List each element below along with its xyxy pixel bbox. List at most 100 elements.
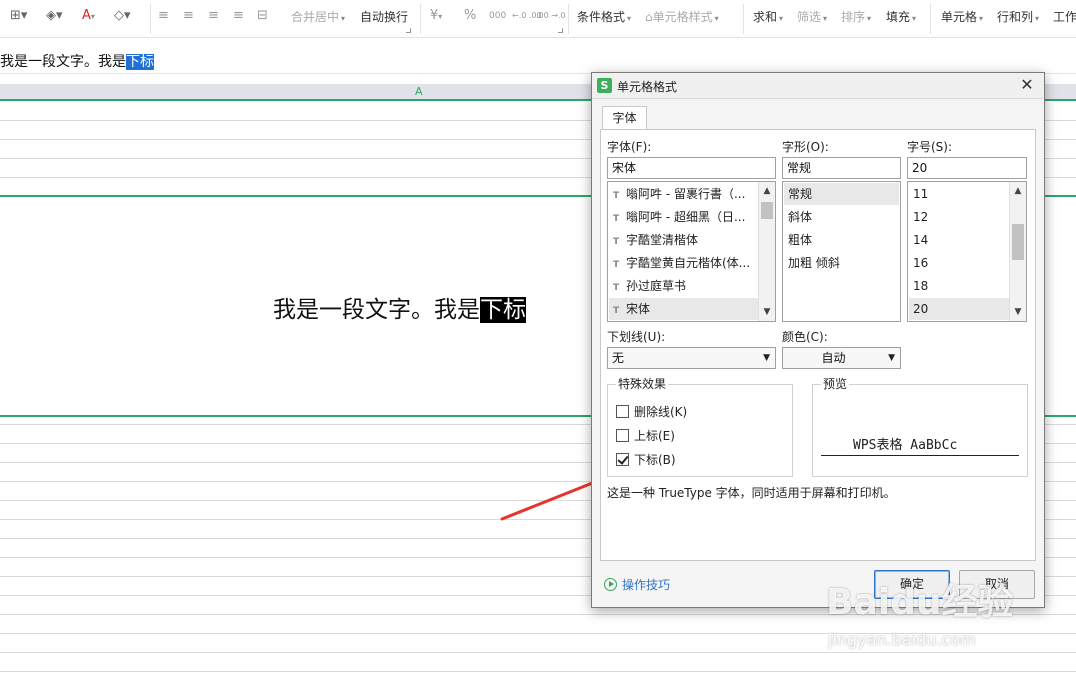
- border-icon[interactable]: ⊞▾: [10, 7, 27, 25]
- color-value: 自动: [821, 351, 846, 365]
- cell-button[interactable]: 单元格 ▾: [941, 8, 983, 26]
- list-item[interactable]: 粗体: [784, 229, 899, 251]
- toolbar-separator: [930, 4, 931, 34]
- toolbar-separator: [420, 4, 421, 34]
- underline-value: 无: [612, 351, 625, 365]
- list-item[interactable]: T 字酷堂黄自元楷体(体...: [609, 252, 758, 274]
- color-label: 颜色(C):: [782, 330, 828, 344]
- list-item[interactable]: 16: [909, 252, 1009, 274]
- formula-text-plain: 我是一段文字。我是: [0, 54, 126, 70]
- list-item[interactable]: T 嗡阿吽 - 留裹行書（...: [609, 183, 758, 205]
- list-item[interactable]: 11: [909, 183, 1009, 205]
- play-icon: [604, 578, 617, 591]
- tips-link[interactable]: 操作技巧: [604, 577, 670, 593]
- checkbox-label: 删除线(K): [634, 405, 688, 419]
- preview-group: 预览 WPS表格 AaBbCc: [812, 377, 1028, 477]
- scroll-thumb[interactable]: [761, 202, 773, 219]
- list-item-selected[interactable]: 常规: [784, 183, 899, 205]
- list-item[interactable]: T 孙过庭草书: [609, 275, 758, 297]
- cell-content[interactable]: 我是一段文字。我是下标: [273, 295, 526, 325]
- style-label: 字形(O):: [782, 140, 829, 154]
- formula-bar-text[interactable]: 我是一段文字。我是下标: [0, 53, 154, 71]
- baidu-watermark-url: jingyan.baidu.com: [828, 630, 976, 649]
- formula-bar[interactable]: 我是一段文字。我是下标: [0, 50, 1076, 74]
- decrease-decimal-icon[interactable]: .00 →.0: [536, 7, 566, 25]
- toolbar-separator: [568, 4, 569, 34]
- subscript-checkbox[interactable]: 下标(B): [616, 452, 676, 468]
- list-item[interactable]: 14: [909, 229, 1009, 251]
- list-item-selected[interactable]: 20: [909, 298, 1009, 320]
- ribbon-toolbar: ⊞▾ ◈▾ A▾ ◇▾ ≡ ≡ ≡ ≡ ⊟ 合并居中 ▾ 自动换行 ¥▾ % 00…: [0, 0, 1076, 38]
- tips-label: 操作技巧: [622, 578, 671, 592]
- currency-icon[interactable]: ¥▾: [430, 7, 442, 25]
- list-item[interactable]: 加粗 倾斜: [784, 252, 899, 274]
- dialog-title: 单元格格式: [617, 80, 678, 94]
- tab-font[interactable]: 字体: [602, 106, 647, 130]
- align-center-icon[interactable]: ≡: [183, 7, 194, 25]
- strikethrough-checkbox[interactable]: 删除线(K): [616, 404, 687, 420]
- distribute-icon[interactable]: ⊟: [257, 7, 268, 25]
- font-size-list[interactable]: 11 12 14 16 18 20 ▲ ▼: [907, 181, 1027, 322]
- fill-color-icon[interactable]: ◈▾: [46, 7, 63, 25]
- checkbox-checked[interactable]: [616, 453, 629, 466]
- column-label-a: A: [415, 85, 423, 98]
- worksheet-button[interactable]: 工作表: [1053, 8, 1076, 26]
- cell-style-button[interactable]: ⌂单元格样式 ▾: [645, 8, 719, 26]
- eraser-icon[interactable]: ◇▾: [114, 7, 131, 25]
- list-item[interactable]: 18: [909, 275, 1009, 297]
- list-item-selected[interactable]: T 宋体: [609, 298, 758, 320]
- font-description: 这是一种 TrueType 字体，同时适用于屏幕和打印机。: [607, 486, 896, 500]
- align-right-icon[interactable]: ≡: [208, 7, 219, 25]
- preview-sample-text: WPS表格 AaBbCc: [853, 438, 958, 453]
- size-label: 字号(S):: [907, 140, 953, 154]
- font-label: 字体(F):: [607, 140, 652, 154]
- underline-select[interactable]: 无 ▼: [607, 347, 776, 369]
- font-name-input[interactable]: 宋体: [607, 157, 776, 179]
- justify-icon[interactable]: ≡: [233, 7, 244, 25]
- font-list-scrollbar[interactable]: ▲ ▼: [758, 182, 775, 321]
- font-tab-panel: 字体(F): 宋体 T 嗡阿吽 - 留裹行書（... T 嗡阿吽 - 超细黑（日..…: [600, 129, 1036, 561]
- effects-group-title: 特殊效果: [616, 377, 669, 391]
- size-list-scrollbar[interactable]: ▲ ▼: [1009, 182, 1026, 321]
- filter-button[interactable]: 筛选 ▾: [797, 8, 827, 26]
- color-select[interactable]: 自动 ▼: [782, 347, 901, 369]
- list-item[interactable]: T 字酷堂清楷体: [609, 229, 758, 251]
- cell-text-plain: 我是一段文字。我是: [273, 297, 480, 323]
- thousands-icon[interactable]: 000: [489, 7, 506, 25]
- preview-sample: WPS表格 AaBbCc: [821, 437, 1019, 456]
- preview-group-title: 预览: [821, 377, 850, 391]
- conditional-format-button[interactable]: 条件格式 ▾: [577, 8, 631, 26]
- list-item[interactable]: T 嗡阿吽 - 超细黑（日...: [609, 206, 758, 228]
- font-style-input[interactable]: 常规: [782, 157, 901, 179]
- sort-button[interactable]: 排序 ▾: [841, 8, 871, 26]
- group-launcher-icon[interactable]: [406, 28, 411, 33]
- dialog-titlebar[interactable]: S 单元格格式 ✕: [592, 73, 1044, 99]
- merge-center-button[interactable]: 合并居中 ▾: [291, 8, 345, 26]
- align-left-icon[interactable]: ≡: [158, 7, 169, 25]
- list-item[interactable]: 12: [909, 206, 1009, 228]
- scroll-thumb[interactable]: [1012, 224, 1024, 260]
- scroll-up-icon[interactable]: ▲: [1010, 183, 1026, 199]
- font-name-list[interactable]: T 嗡阿吽 - 留裹行書（... T 嗡阿吽 - 超细黑（日... T 字酷堂清楷体 …: [607, 181, 776, 322]
- cell-format-dialog: S 单元格格式 ✕ 字体 字体(F): 宋体 T 嗡阿吽 - 留裹行書（... T…: [591, 72, 1045, 608]
- group-launcher-icon[interactable]: [558, 28, 563, 33]
- row-column-button[interactable]: 行和列 ▾: [997, 8, 1039, 26]
- percent-icon[interactable]: %: [464, 7, 476, 25]
- checkbox-box[interactable]: [616, 429, 629, 442]
- scroll-down-icon[interactable]: ▼: [759, 304, 775, 320]
- list-item[interactable]: 斜体: [784, 206, 899, 228]
- fill-button[interactable]: 填充 ▾: [886, 8, 916, 26]
- superscript-checkbox[interactable]: 上标(E): [616, 428, 675, 444]
- toolbar-separator: [743, 4, 744, 34]
- wrap-text-button[interactable]: 自动换行: [360, 8, 408, 26]
- checkbox-label: 下标(B): [634, 453, 676, 467]
- sum-button[interactable]: 求和 ▾: [753, 8, 783, 26]
- font-color-icon[interactable]: A▾: [82, 7, 95, 25]
- close-icon[interactable]: ✕: [1018, 76, 1036, 94]
- checkbox-box[interactable]: [616, 405, 629, 418]
- scroll-up-icon[interactable]: ▲: [759, 183, 775, 199]
- font-size-input[interactable]: 20: [907, 157, 1027, 179]
- underline-label: 下划线(U):: [607, 330, 666, 344]
- scroll-down-icon[interactable]: ▼: [1010, 304, 1026, 320]
- font-style-list[interactable]: 常规 斜体 粗体 加粗 倾斜: [782, 181, 901, 322]
